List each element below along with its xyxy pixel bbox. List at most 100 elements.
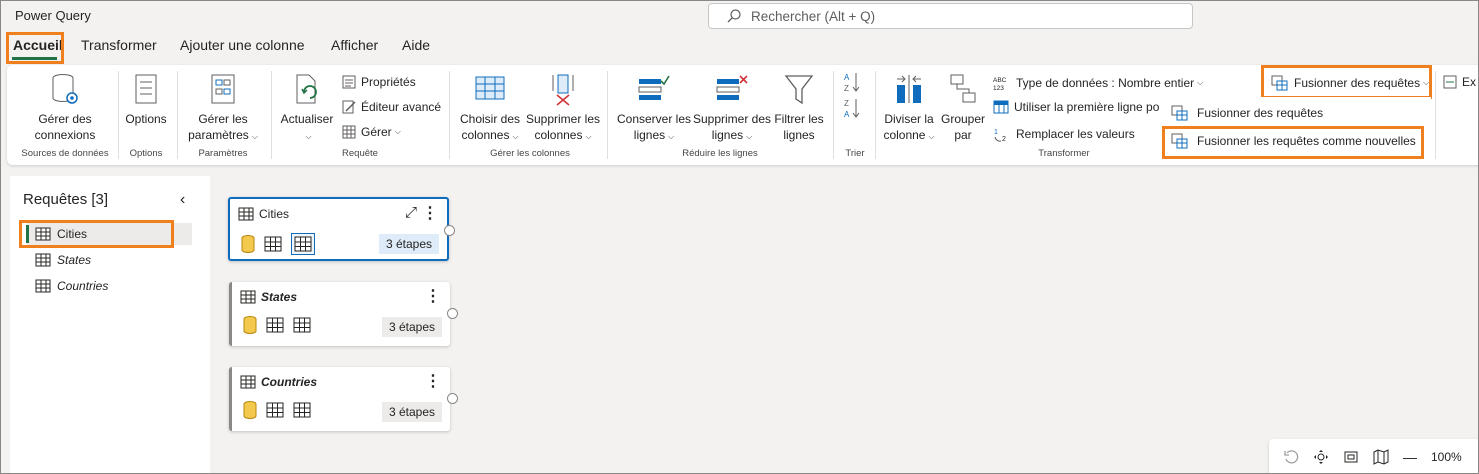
- diagram-canvas: Cities ⤢ ⋮ 3 étapes States ⋮ 3 étapes Co…: [211, 176, 1478, 473]
- data-type-dropdown[interactable]: ABC 123 Type de données : Nombre entier ⌵: [993, 75, 1203, 91]
- split-column-button[interactable]: Diviser la colonne ⌵: [881, 73, 937, 145]
- manage-connections-button[interactable]: Gérer des connexions: [23, 73, 107, 143]
- connection-port[interactable]: [444, 225, 455, 236]
- group-by-icon: [950, 74, 976, 103]
- expand-icon[interactable]: ⤢: [405, 204, 417, 221]
- manage-parameters-button[interactable]: Gérer les paramètres ⌵: [183, 73, 263, 145]
- search-icon: [727, 9, 741, 23]
- card-title: Countries: [240, 375, 317, 389]
- tab-aide[interactable]: Aide: [402, 37, 430, 53]
- search-placeholder: Rechercher (Alt + Q): [751, 8, 876, 24]
- ribbon-separator: [875, 71, 876, 159]
- card-title: States: [240, 290, 297, 304]
- steps-badge[interactable]: 3 étapes: [381, 317, 442, 337]
- table-icon: [240, 375, 256, 389]
- svg-text:Z: Z: [844, 99, 849, 108]
- keep-rows-icon: [638, 75, 670, 100]
- query-item-states[interactable]: States: [27, 249, 192, 271]
- menu-item-merge-queries[interactable]: Fusionner des requêtes: [1171, 105, 1323, 121]
- svg-text:1: 1: [994, 129, 998, 136]
- pan-icon[interactable]: [1313, 449, 1329, 465]
- step-table-icon[interactable]: [293, 317, 311, 333]
- remove-rows-button[interactable]: Supprimer des lignes ⌵: [691, 73, 773, 145]
- source-database-icon[interactable]: [243, 401, 257, 419]
- card-step-icons: [243, 401, 311, 419]
- remove-columns-button[interactable]: Supprimer les colonnes ⌵: [523, 73, 603, 145]
- zoom-out-icon[interactable]: —: [1403, 449, 1417, 465]
- tab-transformer[interactable]: Transformer: [81, 37, 157, 53]
- step-table-icon[interactable]: [293, 402, 311, 418]
- refresh-icon: [296, 74, 317, 104]
- use-first-row-headers-button[interactable]: Utiliser la première ligne po: [993, 100, 1159, 114]
- source-database-icon[interactable]: [243, 316, 257, 334]
- step-table-icon: [294, 236, 312, 252]
- svg-text:A: A: [844, 73, 850, 82]
- active-tab-indicator: [12, 57, 57, 60]
- ribbon-separator: [177, 71, 178, 159]
- replace-values-icon: 12: [994, 129, 1006, 142]
- svg-text:ABC: ABC: [993, 77, 1007, 84]
- sort-descending-button[interactable]: ZA: [843, 97, 861, 119]
- tab-accueil[interactable]: Accueil: [13, 37, 63, 53]
- step-table-icon[interactable]: [266, 402, 284, 418]
- split-column-icon: [897, 75, 921, 103]
- properties-icon: [342, 75, 356, 89]
- merge-queries-dropdown[interactable]: Fusionner des requêtes ⌵: [1271, 75, 1429, 91]
- menu-item-merge-queries-as-new[interactable]: Fusionner les requêtes comme nouvelles: [1171, 133, 1416, 149]
- group-label-sort: Trier: [845, 148, 865, 159]
- steps-badge[interactable]: 3 étapes: [381, 402, 442, 422]
- zoom-level: 100%: [1431, 450, 1462, 464]
- group-by-button[interactable]: Grouper par: [939, 73, 987, 143]
- filter-rows-button[interactable]: Filtrer les lignes: [771, 73, 827, 143]
- search-box[interactable]: Rechercher (Alt + Q): [708, 3, 1193, 29]
- choose-columns-button[interactable]: Choisir des colonnes ⌵: [455, 73, 525, 145]
- tab-ajouter-colonne[interactable]: Ajouter une colonne: [180, 37, 305, 53]
- undo-icon[interactable]: [1283, 449, 1299, 465]
- source-database-icon[interactable]: [241, 235, 255, 253]
- tab-afficher[interactable]: Afficher: [331, 37, 378, 53]
- group-label-sources: Sources de données: [21, 148, 109, 159]
- svg-text:A: A: [844, 110, 850, 119]
- query-item-countries[interactable]: Countries: [27, 275, 192, 297]
- more-options-icon[interactable]: ⋮: [422, 203, 438, 223]
- parameters-icon: [211, 74, 235, 104]
- query-card-countries[interactable]: Countries ⋮ 3 étapes: [229, 367, 458, 431]
- query-card-states[interactable]: States ⋮ 3 étapes: [229, 282, 458, 346]
- selected-step[interactable]: [291, 233, 315, 255]
- replace-values-button[interactable]: 12 Remplacer les valeurs: [993, 126, 1135, 142]
- steps-badge[interactable]: 3 étapes: [378, 234, 439, 254]
- ribbon-separator: [1435, 71, 1436, 159]
- group-label-columns: Gérer les colonnes: [490, 148, 570, 159]
- sort-ascending-icon: AZ: [844, 73, 860, 93]
- step-table-icon[interactable]: [264, 236, 282, 252]
- svg-text:123: 123: [993, 85, 1004, 91]
- keep-rows-button[interactable]: Conserver les lignes ⌵: [613, 73, 695, 145]
- connection-port[interactable]: [447, 308, 458, 319]
- append-queries-button[interactable]: Ex: [1443, 75, 1476, 89]
- options-button[interactable]: Options: [121, 73, 171, 127]
- properties-button[interactable]: Propriétés: [342, 75, 416, 89]
- more-options-icon[interactable]: ⋮: [425, 371, 441, 391]
- step-table-icon[interactable]: [266, 317, 284, 333]
- card-step-icons: [241, 233, 315, 255]
- fit-to-screen-icon[interactable]: [1343, 449, 1359, 465]
- query-card-cities[interactable]: Cities ⤢ ⋮ 3 étapes: [228, 197, 455, 261]
- svg-text:2: 2: [1002, 136, 1006, 142]
- ribbon-separator: [118, 71, 119, 159]
- manage-query-button[interactable]: Gérer ⌵: [342, 125, 401, 139]
- ribbon-separator: [449, 71, 450, 159]
- connection-port[interactable]: [447, 393, 458, 404]
- sort-ascending-button[interactable]: AZ: [843, 71, 861, 93]
- advanced-editor-button[interactable]: Éditeur avancé: [342, 100, 441, 114]
- remove-columns-icon: [552, 74, 574, 106]
- card-title: Cities: [238, 207, 289, 221]
- more-options-icon[interactable]: ⋮: [425, 286, 441, 306]
- table-icon: [342, 125, 356, 139]
- group-label-parameters: Paramètres: [198, 148, 248, 159]
- ribbon-separator: [607, 71, 608, 159]
- refresh-button[interactable]: Actualiser ⌵: [277, 73, 337, 145]
- card-step-icons: [243, 316, 311, 334]
- minimap-icon[interactable]: [1373, 449, 1389, 465]
- collapse-pane-icon[interactable]: ‹: [180, 191, 185, 209]
- query-item-cities[interactable]: Cities: [26, 223, 192, 245]
